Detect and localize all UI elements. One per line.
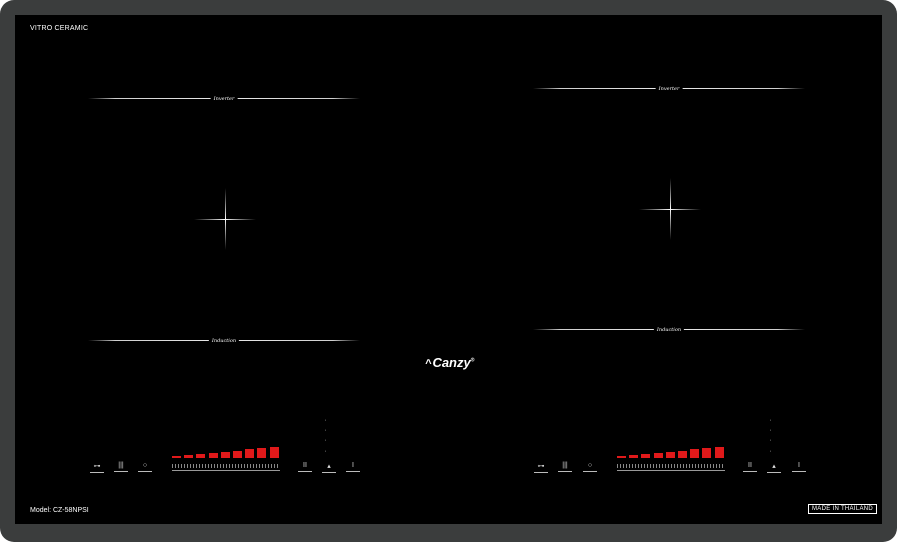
- heat-level-bar: [665, 451, 675, 458]
- right-zone-center-v: [670, 178, 671, 240]
- right-timer-icon[interactable]: I: [792, 462, 806, 472]
- right-zone-bottom-script: Induction: [653, 327, 685, 333]
- left-indicator-mark: ▪: [325, 428, 327, 432]
- left-slider-base: [172, 470, 280, 471]
- heat-level-bar: [617, 456, 626, 458]
- heat-level-bar: [220, 451, 230, 458]
- left-heat-wave-icon[interactable]: |||: [114, 462, 128, 472]
- left-zone-center-v: [225, 188, 226, 250]
- heat-level-bar: [233, 450, 242, 458]
- right-indicator-mark: ▪: [770, 438, 772, 442]
- left-power-slider[interactable]: [172, 464, 280, 468]
- left-indicator-mark: ▪: [325, 418, 327, 422]
- right-power-circle-icon[interactable]: ○: [583, 462, 597, 472]
- left-key-lock-icon[interactable]: ⊶: [90, 462, 104, 473]
- heat-level-bar: [714, 447, 724, 458]
- heat-level-bar: [208, 452, 218, 458]
- heat-level-bar: [629, 454, 639, 458]
- made-in-label: MADE IN THAILAND: [808, 504, 878, 514]
- heat-level-bar: [245, 449, 255, 458]
- right-heat-wave-icon[interactable]: |||: [558, 462, 572, 472]
- heat-level-bar: [172, 456, 181, 458]
- right-power-slider[interactable]: [617, 464, 725, 468]
- brand-caret-icon: ^: [425, 358, 432, 370]
- heat-level-bar: [641, 453, 651, 458]
- vitro-ceramic-label: VITRO CERAMIC: [30, 25, 89, 32]
- right-indicator-mark: ▪: [770, 449, 772, 453]
- trademark-icon: ®: [470, 357, 475, 364]
- right-indicator-mark: ▪: [770, 418, 772, 422]
- left-power-circle-icon[interactable]: ○: [138, 462, 152, 472]
- ceramic-glass-surface: [15, 15, 882, 524]
- model-label: Model: CZ-58NPSI: [30, 507, 89, 514]
- heat-level-bar: [196, 453, 206, 458]
- heat-level-bar: [269, 447, 279, 458]
- heat-level-bar: [653, 452, 663, 458]
- brand-logo: ^Canzy®: [425, 355, 475, 370]
- heat-level-bar: [184, 454, 194, 458]
- right-zone-top-script: Inverter: [655, 86, 683, 92]
- heat-level-bar: [690, 449, 700, 458]
- right-pause-icon[interactable]: II: [743, 462, 757, 472]
- right-key-lock-icon[interactable]: ⊶: [534, 462, 548, 473]
- left-timer-icon[interactable]: I: [346, 462, 360, 472]
- left-indicator-mark: ▪: [325, 438, 327, 442]
- left-indicator-mark: ▪: [325, 449, 327, 453]
- heat-level-bar: [257, 448, 267, 458]
- left-zone-bottom-script: Induction: [208, 338, 240, 344]
- left-bridge-icon[interactable]: ▴: [322, 462, 336, 473]
- right-bridge-icon[interactable]: ▴: [767, 462, 781, 473]
- right-slider-base: [617, 470, 725, 471]
- heat-level-bar: [702, 448, 712, 458]
- right-indicator-mark: ▪: [770, 428, 772, 432]
- left-zone-top-script: Inverter: [210, 96, 238, 102]
- left-pause-icon[interactable]: II: [298, 462, 312, 472]
- heat-level-bar: [678, 450, 687, 458]
